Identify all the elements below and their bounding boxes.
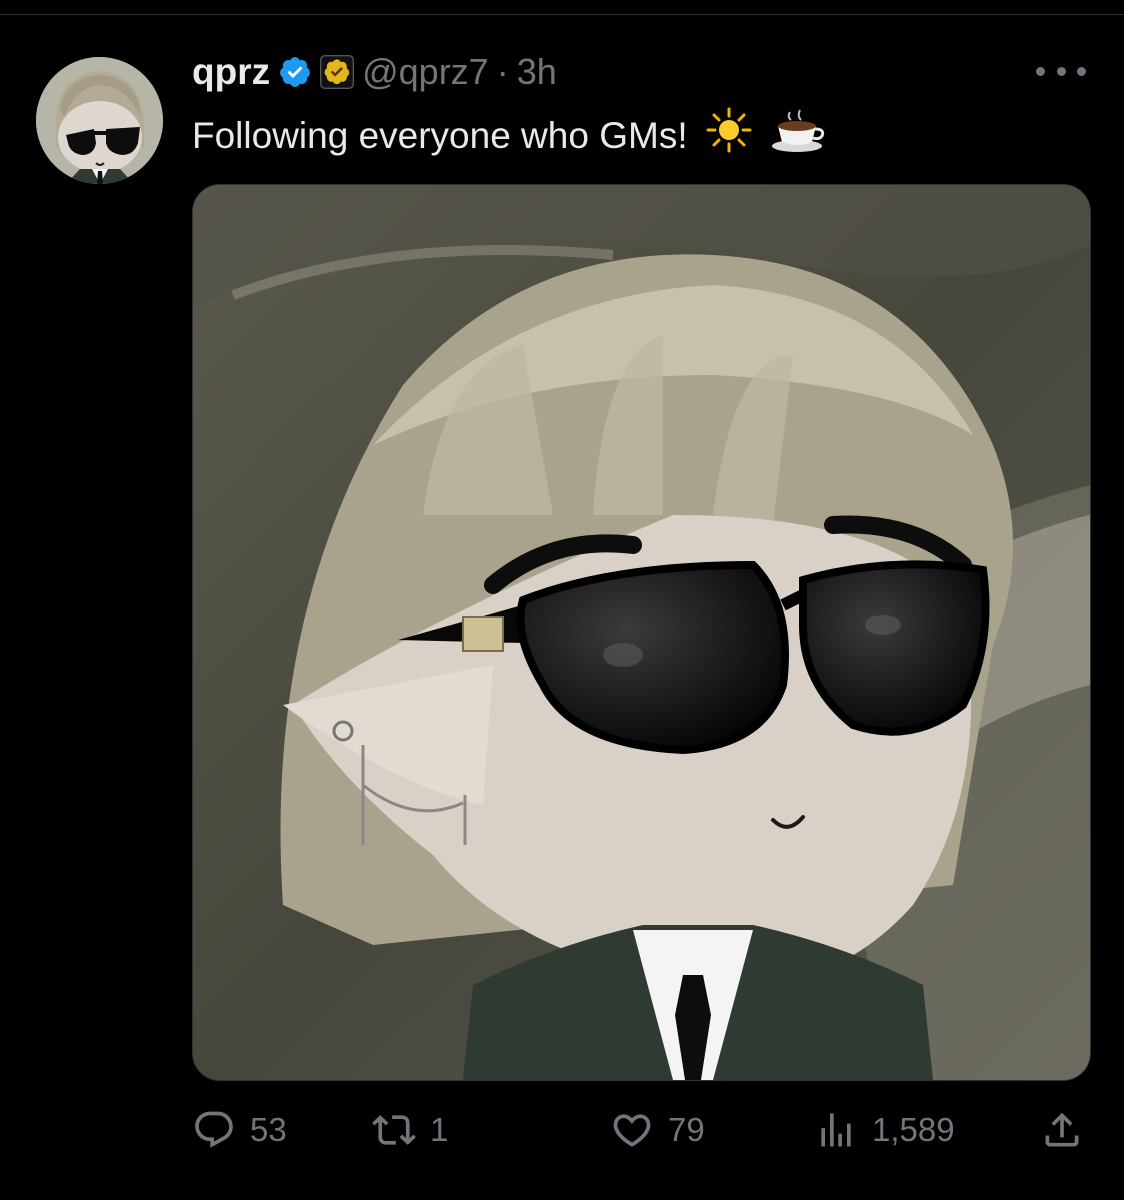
views-chart-icon (821, 1113, 851, 1147)
tweet-header: qprz @qprz7 · 3h (192, 48, 557, 96)
like-count: 79 (668, 1111, 705, 1148)
avatar-image (36, 57, 163, 184)
tweet-image[interactable] (192, 184, 1091, 1081)
avatar[interactable] (36, 57, 163, 184)
action-bar: 53 1 79 1,589 (192, 1100, 1089, 1160)
more-dot (1036, 66, 1045, 76)
separator-dot: · (496, 51, 509, 92)
tweet-image-illustration (193, 185, 1090, 1080)
reply-count: 53 (250, 1111, 287, 1148)
share-icon (1045, 1112, 1079, 1147)
reply-button[interactable]: 53 (192, 1100, 287, 1160)
timestamp[interactable]: 3h (517, 51, 557, 93)
heart-icon (613, 1114, 651, 1147)
more-dot (1077, 66, 1086, 76)
verified-check-icon[interactable] (278, 55, 312, 89)
retweet-icon (372, 1115, 416, 1145)
like-button[interactable]: 79 (610, 1100, 705, 1160)
views-count: 1,589 (872, 1111, 955, 1148)
handle[interactable]: @qprz7 (362, 51, 489, 93)
reply-icon (195, 1111, 233, 1148)
gold-check-badge-icon[interactable] (320, 55, 355, 89)
retweet-count: 1 (430, 1111, 449, 1148)
display-name[interactable]: qprz (192, 51, 270, 93)
more-dot (1056, 66, 1066, 76)
tweet-text: Following everyone who GMs! (192, 106, 828, 161)
sun-emoji (706, 107, 752, 153)
share-button[interactable] (1040, 1100, 1084, 1160)
coffee-emoji (772, 109, 825, 152)
tweet-text-content: Following everyone who GMs! (192, 115, 688, 156)
views-button[interactable]: 1,589 (814, 1100, 955, 1160)
more-options-icon[interactable] (1036, 56, 1086, 86)
tweet[interactable]: qprz @qprz7 · 3h Following everyone who … (0, 0, 1124, 1200)
retweet-button[interactable]: 1 (372, 1100, 448, 1160)
